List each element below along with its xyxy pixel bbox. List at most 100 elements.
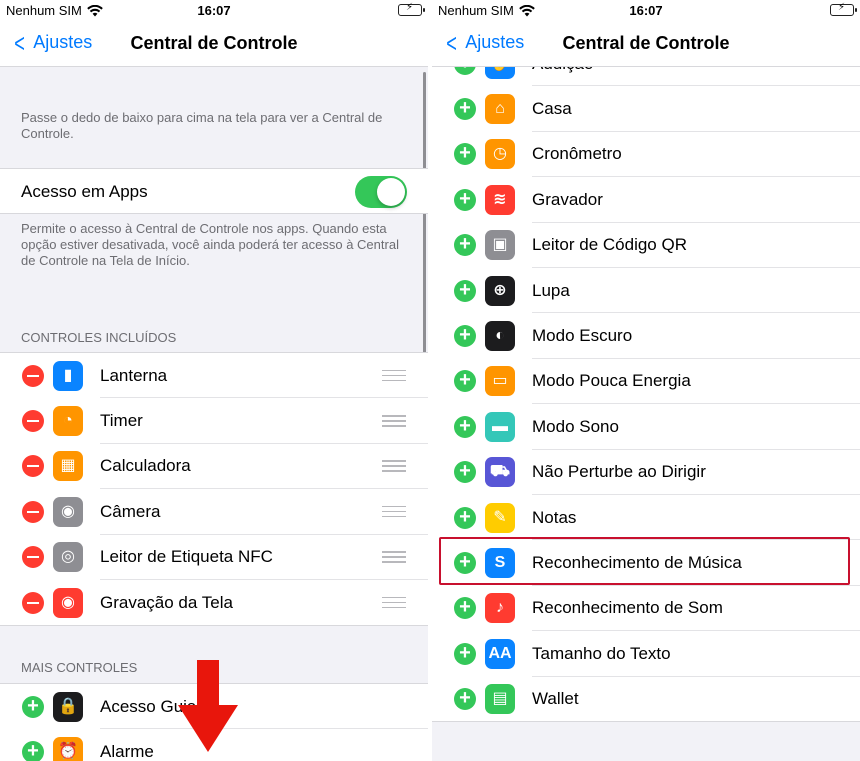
add-control-button[interactable]: +	[22, 695, 44, 718]
sound-recognition-icon: ♪	[485, 593, 515, 624]
control-label: Leitor de Etiqueta NFC	[100, 547, 273, 567]
down-arrow-annotation	[178, 660, 238, 752]
add-control-button[interactable]: +	[454, 552, 476, 575]
control-row-timer: ◔ Timer	[0, 398, 428, 444]
reorder-handle-icon[interactable]	[382, 505, 406, 518]
car-icon: ⛟	[485, 457, 515, 488]
page-title: Central de Controle	[130, 33, 298, 53]
control-row-nao-perturbe-ao-dirigir: + ⛟ Não Perturbe ao Dirigir	[432, 450, 860, 495]
clock: 16:07	[629, 3, 663, 18]
timer-icon: ◔	[53, 406, 83, 437]
control-label: Cronômetro	[532, 144, 622, 164]
control-label: Modo Pouca Energia	[532, 371, 691, 391]
add-control-button[interactable]: +	[454, 234, 476, 257]
scroll-indicator[interactable]	[423, 72, 426, 372]
add-control-button[interactable]: +	[454, 688, 476, 711]
home-icon: ⌂	[485, 94, 515, 125]
control-label: Casa	[532, 99, 572, 119]
add-control-button[interactable]: +	[454, 325, 476, 348]
control-row-calculadora: ▦ Calculadora	[0, 444, 428, 490]
add-control-button[interactable]: +	[454, 98, 476, 121]
control-label: Calculadora	[100, 456, 191, 476]
reorder-handle-icon[interactable]	[382, 415, 406, 427]
shazam-icon: S	[485, 548, 515, 579]
control-row-modo-sono: + ▬ Modo Sono	[432, 404, 860, 450]
guided-access-icon: 🔒	[53, 691, 83, 722]
reorder-handle-icon[interactable]	[382, 369, 406, 382]
text-size-icon: AA	[485, 638, 515, 669]
status-bar: Nenhum SIM 16:07 ⚡	[0, 0, 428, 22]
control-label: Modo Sono	[532, 416, 619, 436]
voice-memos-icon: ≋	[485, 184, 515, 215]
control-row-camera: ◉ Câmera	[0, 489, 428, 535]
add-control-button[interactable]: +	[454, 461, 476, 484]
reorder-handle-icon[interactable]	[382, 596, 406, 609]
more-controls-list: +✋Audição+⌂Casa+◷Cronômetro+≋Gravador+▣L…	[432, 40, 860, 722]
stopwatch-icon: ◷	[485, 139, 515, 170]
control-label: Gravador	[532, 189, 603, 209]
control-label: Timer	[100, 411, 143, 431]
clock: 16:07	[197, 3, 231, 18]
battery-icon: ⚡	[398, 2, 425, 16]
control-label: Câmera	[100, 501, 161, 521]
dark-mode-icon: ◐	[485, 321, 515, 352]
remove-control-button[interactable]	[22, 410, 44, 433]
camera-icon: ◉	[53, 496, 83, 527]
remove-control-button[interactable]	[22, 364, 44, 387]
battery-icon: ⚡	[830, 2, 857, 16]
intro-text: Passe o dedo de baixo para cima na tela …	[21, 110, 383, 141]
control-label: Notas	[532, 507, 577, 527]
control-label: Reconhecimento de Música	[532, 553, 742, 573]
control-label: Gravação da Tela	[100, 592, 233, 612]
access-group: Acesso em Apps	[0, 168, 428, 214]
add-control-button[interactable]: +	[22, 741, 44, 761]
control-row-gravador: + ≋ Gravador	[432, 177, 860, 223]
screen-recording-icon: ◉	[53, 587, 83, 618]
access-toggle[interactable]	[355, 176, 407, 208]
reorder-handle-icon[interactable]	[382, 460, 406, 472]
status-bar: Nenhum SIM 16:07 ⚡	[432, 0, 860, 22]
reorder-handle-icon[interactable]	[382, 551, 406, 563]
control-row-lupa: + ⊕ Lupa	[432, 268, 860, 314]
control-row-modo-escuro: + ◐ Modo Escuro	[432, 313, 860, 359]
alarm-icon: ⏰	[53, 737, 83, 761]
control-row-reconhecimento-de-som: + ♪ Reconhecimento de Som	[432, 586, 860, 632]
nfc-icon: ◎	[53, 542, 83, 573]
add-control-button[interactable]: +	[454, 642, 476, 665]
add-control-button[interactable]: +	[454, 415, 476, 438]
remove-control-button[interactable]	[22, 546, 44, 569]
low-power-icon: ▭	[485, 366, 515, 397]
sleep-icon: ▬	[485, 411, 515, 442]
page-title: Central de Controle	[562, 33, 730, 53]
control-row-notas: + ✎ Notas	[432, 495, 860, 541]
control-row-leitor-de-codigo-qr: + ▣ Leitor de Código QR	[432, 223, 860, 268]
wallet-icon: ▤	[485, 684, 515, 715]
control-label: Lanterna	[100, 365, 168, 385]
add-control-button[interactable]: +	[454, 279, 476, 302]
control-row-lanterna: ▮ Lanterna	[0, 353, 428, 399]
add-control-button[interactable]: +	[454, 597, 476, 620]
access-label: Acesso em Apps	[21, 181, 148, 201]
control-label: Não Perturbe ao Dirigir	[532, 462, 706, 482]
included-controls-list: ▮ Lanterna ◔ Timer ▦ Calculadora ◉ Câmera ◎ Leito…	[0, 352, 428, 626]
control-row-tamanho-do-texto: + AA Tamanho do Texto	[432, 631, 860, 677]
remove-control-button[interactable]	[22, 591, 44, 614]
notes-icon: ✎	[485, 502, 515, 533]
nav-bar: < Ajustes Central de Controle	[432, 22, 860, 67]
control-label: Modo Escuro	[532, 326, 633, 346]
control-label: Lupa	[532, 280, 570, 300]
control-label: Alarme	[100, 742, 154, 761]
control-label: Leitor de Código QR	[532, 235, 687, 255]
add-control-button[interactable]: +	[454, 143, 476, 166]
magnifier-icon: ⊕	[485, 275, 515, 306]
remove-control-button[interactable]	[22, 500, 44, 523]
control-row-wallet: + ▤ Wallet	[432, 677, 860, 722]
remove-control-button[interactable]	[22, 455, 44, 478]
control-row-cronometro: + ◷ Cronômetro	[432, 132, 860, 178]
control-row-modo-pouca-energia: + ▭ Modo Pouca Energia	[432, 359, 860, 405]
add-control-button[interactable]: +	[454, 370, 476, 393]
flashlight-icon: ▮	[53, 360, 83, 391]
add-control-button[interactable]: +	[454, 188, 476, 211]
access-info-text: Permite o acesso à Central de Controle n…	[21, 221, 399, 268]
add-control-button[interactable]: +	[454, 506, 476, 529]
